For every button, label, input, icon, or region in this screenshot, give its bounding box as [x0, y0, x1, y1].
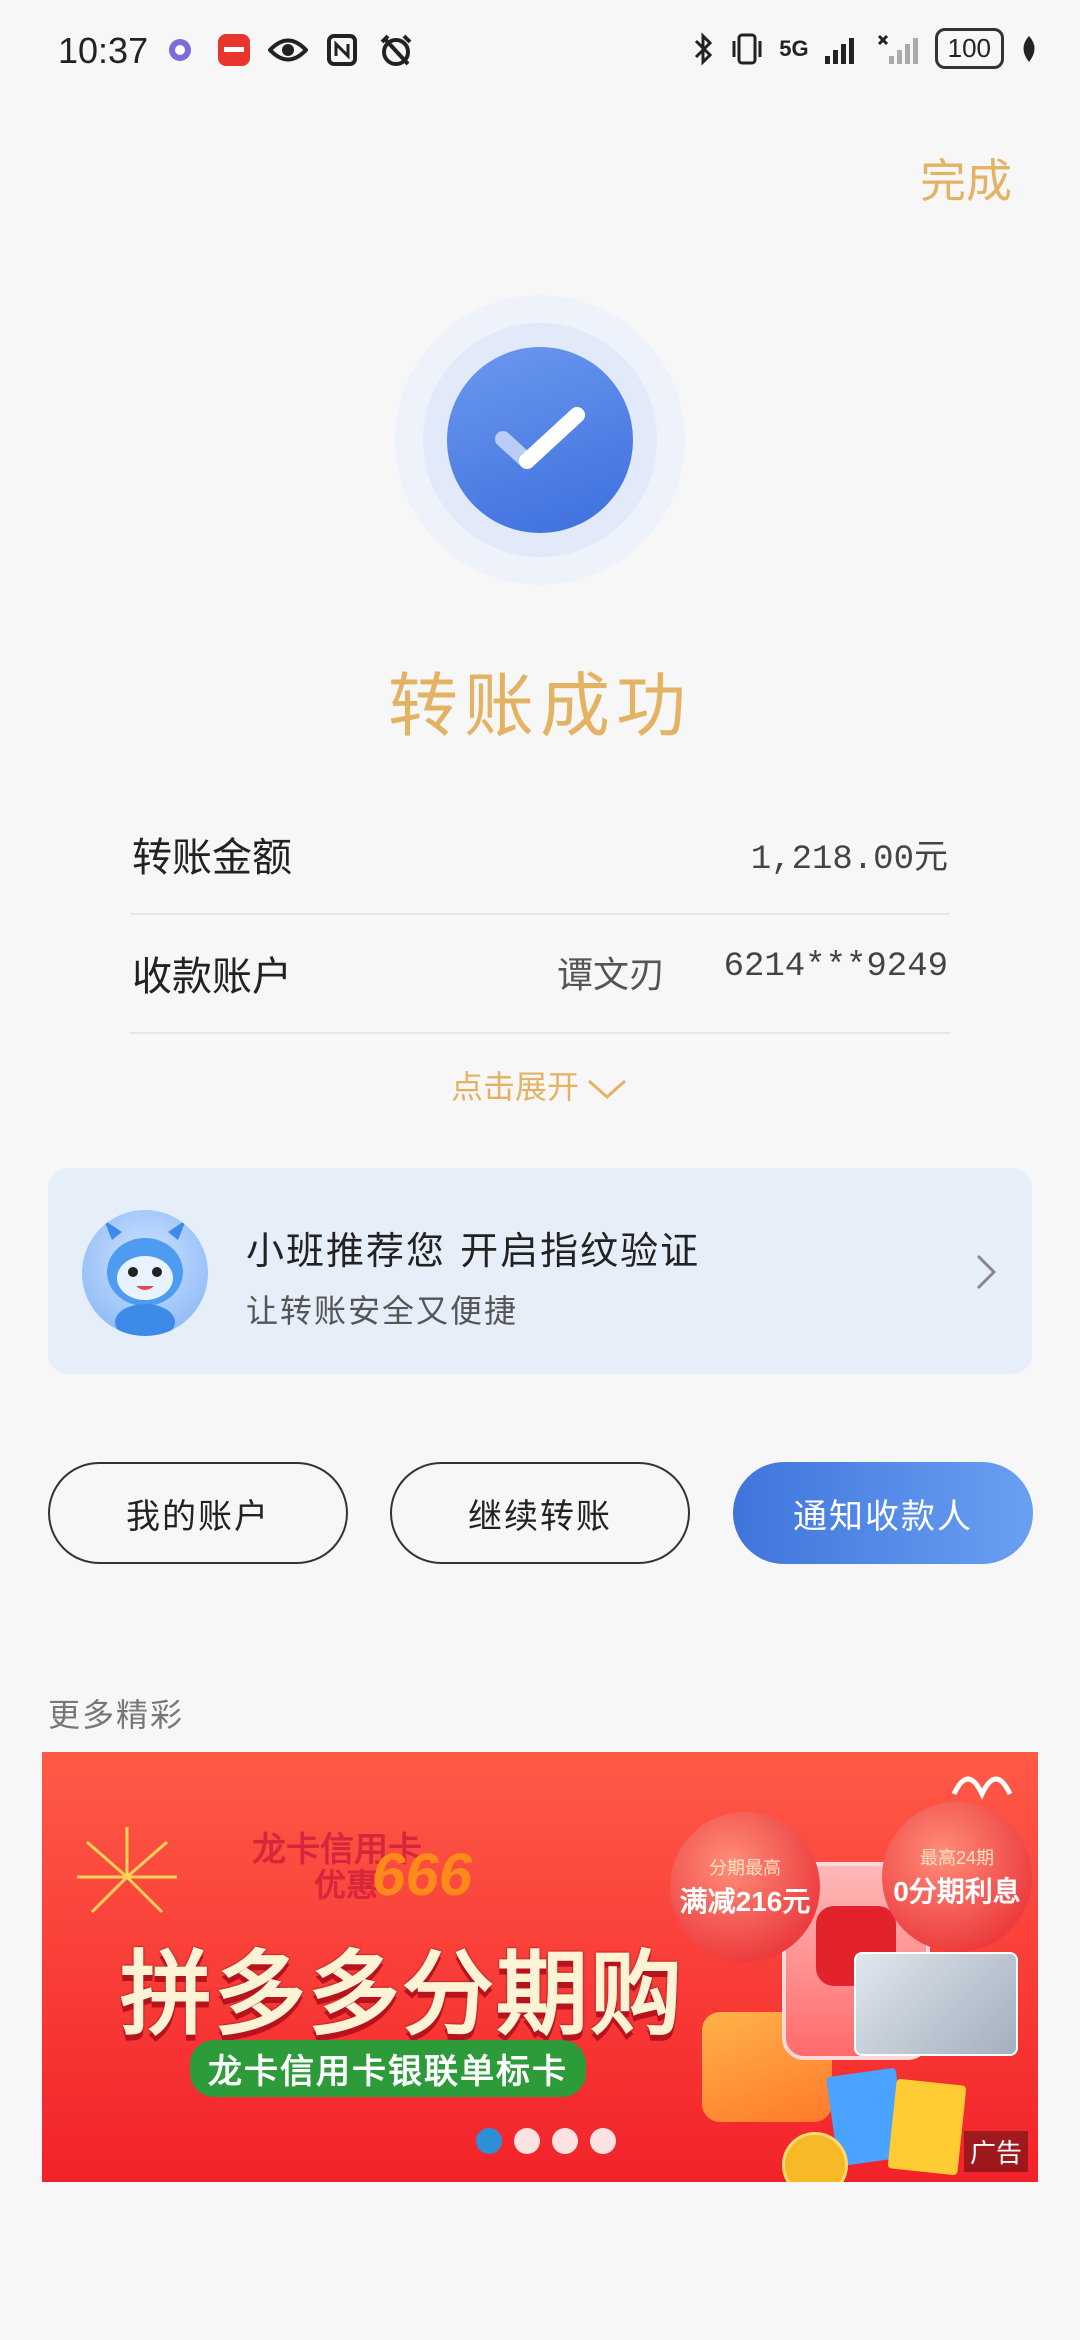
- amount-value: 1,218.00元: [750, 841, 948, 879]
- banner-bubble-left: 分期最高 满减216元: [670, 1812, 820, 1962]
- bubble-left-big: 满减216元: [679, 1886, 811, 1917]
- status-right-icons: 5G 100: [693, 28, 1040, 69]
- leaf-icon: [1023, 35, 1035, 62]
- battery-icon: 100: [934, 28, 1004, 69]
- fingerprint-recommend-card[interactable]: 小班推荐您 开启指纹验证 让转账安全又便捷: [48, 1168, 1032, 1374]
- eye-icon: [268, 30, 308, 70]
- vibrate-icon: [732, 33, 762, 64]
- payee-name: 谭文刃: [556, 955, 665, 996]
- amount-row: 转账金额 1,218.00元: [130, 795, 950, 915]
- notify-payee-button[interactable]: 通知收款人: [733, 1462, 1033, 1564]
- network-type: 5G: [779, 35, 809, 61]
- bubble-right-small: 最高24期: [919, 1848, 995, 1868]
- banner-dot[interactable]: [514, 2128, 540, 2154]
- account-label: 收款账户: [132, 954, 292, 1000]
- no-signal-icon: [877, 34, 918, 64]
- promo-banner[interactable]: 龙卡信用卡 优惠 666 拼多多分期购 龙卡信用卡银联单标卡 分期最高 满减21…: [42, 1752, 1038, 2182]
- banner-line2: 优惠: [314, 1867, 379, 1903]
- expand-button[interactable]: 点击展开: [0, 1062, 1080, 1108]
- ad-label: 广告: [963, 2131, 1028, 2172]
- banner-number: 666: [372, 1841, 473, 1908]
- banner-bubble-right: 最高24期 0分期利息: [882, 1802, 1032, 1952]
- huawei-app-icon: [214, 30, 254, 70]
- recommend-subtitle: 让转账安全又便捷: [246, 1292, 519, 1330]
- nfc-icon: [322, 30, 362, 70]
- banner-pagination[interactable]: [476, 2128, 616, 2154]
- page-title: 转账成功: [388, 665, 692, 747]
- firework-icon: [77, 1827, 177, 1914]
- banner-tag: 龙卡信用卡银联单标卡: [190, 2040, 586, 2097]
- ccb-logo-icon: [951, 1776, 1013, 1800]
- app-badge-icon: [160, 30, 200, 70]
- done-button[interactable]: 完成: [920, 145, 1012, 211]
- bubble-right-big: 0分期利息: [893, 1876, 1021, 1907]
- bluetooth-icon: [695, 31, 713, 66]
- payee-row: 收款账户 谭文刃 6214***9249: [130, 914, 950, 1034]
- continue-transfer-button[interactable]: 继续转账: [390, 1462, 690, 1564]
- status-bar: 10:37 5G 100: [0, 0, 1080, 110]
- mascot-avatar: [82, 1210, 208, 1336]
- expand-label: 点击展开: [450, 1068, 579, 1106]
- chevron-right-icon: [976, 1254, 997, 1290]
- success-icon: [395, 295, 685, 585]
- my-account-button[interactable]: 我的账户: [48, 1462, 348, 1564]
- status-time: 10:37: [58, 30, 149, 71]
- more-section-label: 更多精彩: [48, 1696, 185, 1734]
- banner-dot[interactable]: [476, 2128, 502, 2154]
- shopping-bag-icon: [887, 2078, 967, 2176]
- signal-icon: [824, 37, 854, 64]
- chevron-down-icon: [588, 1079, 626, 1099]
- credit-card-illustration: [854, 1952, 1018, 2056]
- checkmark-icon: [495, 407, 585, 469]
- banner-dot[interactable]: [590, 2128, 616, 2154]
- success-check-circle: [447, 347, 633, 533]
- bubble-left-small: 分期最高: [709, 1858, 781, 1878]
- status-left-icons: [160, 30, 416, 70]
- payee-account: 6214***9249: [723, 948, 948, 986]
- banner-title: 拼多多分期购: [120, 1944, 685, 2046]
- banner-dot[interactable]: [552, 2128, 578, 2154]
- amount-label: 转账金额: [132, 835, 292, 881]
- recommend-title: 小班推荐您 开启指纹验证: [246, 1229, 701, 1273]
- alarm-off-icon: [376, 30, 416, 70]
